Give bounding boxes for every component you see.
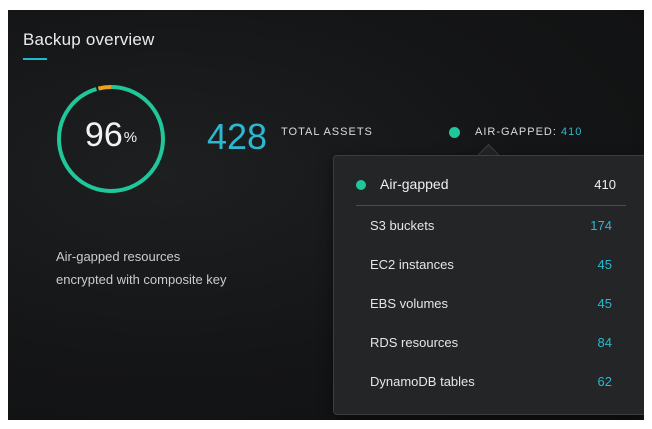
air-gapped-status-dot xyxy=(449,127,460,138)
gauge-percentage: 96% xyxy=(52,115,170,155)
tooltip-row-ec2-instances: EC2 instances 45 xyxy=(370,257,612,277)
air-gapped-summary[interactable]: AIR-GAPPED: 410 xyxy=(475,126,582,138)
tooltip-header-label: Air-gapped xyxy=(380,176,449,192)
tooltip-row-value: 45 xyxy=(597,257,612,272)
backup-overview-panel: Backup overview 96% 428 TOTAL ASSETS AIR… xyxy=(8,10,644,420)
panel-title: Backup overview xyxy=(23,30,155,49)
tooltip-row-value: 174 xyxy=(590,218,612,233)
gauge-value-number: 96 xyxy=(84,116,123,154)
air-gapped-tooltip: Air-gapped 410 S3 buckets 174 EC2 instan… xyxy=(333,155,644,415)
tooltip-header: Air-gapped 410 xyxy=(356,176,626,196)
gauge-description: Air-gapped resources encrypted with comp… xyxy=(56,245,227,291)
tooltip-row-label: RDS resources xyxy=(370,335,459,350)
gauge-value-unit: % xyxy=(123,129,138,146)
tooltip-row-value: 62 xyxy=(597,374,612,389)
tooltip-header-value: 410 xyxy=(594,177,616,192)
tooltip-row-label: DynamoDB tables xyxy=(370,374,475,389)
tooltip-row-s3-buckets: S3 buckets 174 xyxy=(370,218,612,238)
air-gapped-summary-value: 410 xyxy=(560,126,583,138)
tooltip-row-label: EBS volumes xyxy=(370,296,449,311)
tooltip-row-label: EC2 instances xyxy=(370,257,454,272)
description-line-1: Air-gapped resources xyxy=(56,249,181,264)
tooltip-row-value: 84 xyxy=(597,335,612,350)
tooltip-row-dynamodb-tables: DynamoDB tables 62 xyxy=(370,374,612,394)
tooltip-status-dot xyxy=(356,180,366,190)
tooltip-row-value: 45 xyxy=(597,296,612,311)
total-assets-count: 428 xyxy=(207,116,268,157)
tooltip-row-label: S3 buckets xyxy=(370,218,435,233)
tooltip-row-ebs-volumes: EBS volumes 45 xyxy=(370,296,612,316)
tooltip-divider xyxy=(356,205,626,206)
title-underline xyxy=(23,58,47,60)
description-line-2: encrypted with composite key xyxy=(56,272,227,287)
tooltip-row-rds-resources: RDS resources 84 xyxy=(370,335,612,355)
air-gapped-summary-label: AIR-GAPPED: xyxy=(475,126,561,138)
total-assets-label: TOTAL ASSETS xyxy=(281,126,373,138)
